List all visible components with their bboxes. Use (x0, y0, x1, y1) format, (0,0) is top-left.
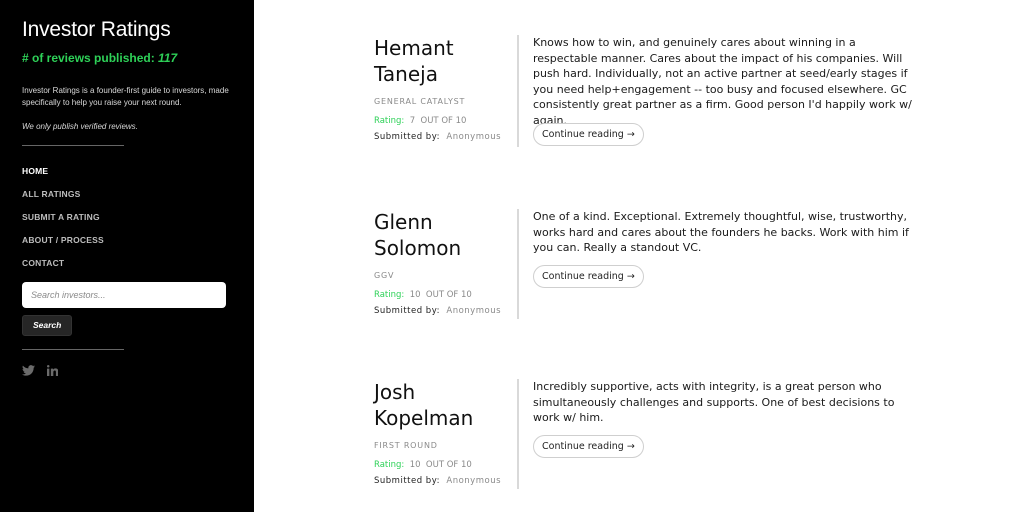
submitted-by: Submitted by: Anonymous (374, 306, 501, 316)
linkedin-icon[interactable] (47, 365, 58, 376)
investor-last-name: Kopelman (374, 406, 474, 430)
nav-about-process[interactable]: ABOUT / PROCESS (22, 235, 232, 258)
investor-first-name: Glenn (374, 210, 433, 234)
submitted-value: Anonymous (446, 476, 502, 486)
verified-note: We only publish verified reviews. (22, 122, 138, 131)
investor-name[interactable]: Hemant Taneja (374, 35, 509, 87)
submitted-by: Submitted by: Anonymous (374, 476, 501, 486)
sidebar: Investor Ratings # of reviews published:… (0, 0, 254, 512)
review-entry: Glenn Solomon GGV Rating: 10 OUT OF 10 S… (374, 209, 934, 319)
divider (517, 209, 519, 319)
divider (517, 35, 519, 147)
review-text: One of a kind. Exceptional. Extremely th… (533, 210, 909, 254)
rating-label: Rating: (374, 460, 405, 470)
site-intro: Investor Ratings is a founder-first guid… (22, 86, 229, 107)
rating-out-of: OUT OF 10 (420, 116, 467, 126)
rating-label: Rating: (374, 290, 405, 300)
divider (517, 379, 519, 489)
submitted-label: Submitted by: (374, 476, 440, 486)
review-entry: Hemant Taneja GENERAL CATALYST Rating: 7… (374, 35, 934, 147)
submitted-by: Submitted by: Anonymous (374, 132, 501, 142)
submitted-value: Anonymous (446, 306, 502, 316)
twitter-icon[interactable] (22, 365, 35, 376)
investor-first-name: Hemant (374, 36, 454, 60)
social-links (22, 365, 232, 376)
rating-value: 7 (409, 116, 416, 126)
investor-last-name: Taneja (374, 62, 438, 86)
review-text: Incredibly supportive, acts with integri… (533, 380, 895, 424)
continue-reading-button[interactable]: Continue reading → (533, 435, 644, 458)
firm-name: GENERAL CATALYST (374, 97, 466, 106)
rating: Rating: 10 OUT OF 10 (374, 460, 472, 470)
investor-name[interactable]: Josh Kopelman (374, 379, 509, 431)
rating: Rating: 7 OUT OF 10 (374, 116, 466, 126)
divider (22, 349, 124, 350)
continue-reading-button[interactable]: Continue reading → (533, 265, 644, 288)
investor-name[interactable]: Glenn Solomon (374, 209, 509, 261)
main-nav: HOME ALL RATINGS SUBMIT A RATING ABOUT /… (22, 166, 232, 281)
rating-out-of: OUT OF 10 (425, 290, 472, 300)
investor-first-name: Josh (374, 380, 416, 404)
rating-value: 10 (409, 460, 421, 470)
rating-value: 10 (409, 290, 421, 300)
main-content: Hemant Taneja GENERAL CATALYST Rating: 7… (254, 0, 1024, 512)
submitted-value: Anonymous (446, 132, 502, 142)
continue-reading-button[interactable]: Continue reading → (533, 123, 644, 146)
investor-last-name: Solomon (374, 236, 462, 260)
firm-name: GGV (374, 271, 395, 280)
rating: Rating: 10 OUT OF 10 (374, 290, 472, 300)
submitted-label: Submitted by: (374, 306, 440, 316)
divider (22, 145, 124, 146)
nav-home[interactable]: HOME (22, 166, 232, 189)
rating-out-of: OUT OF 10 (425, 460, 472, 470)
search-button[interactable]: Search (22, 315, 73, 336)
submitted-label: Submitted by: (374, 132, 440, 142)
review-count-label: # of reviews published: (22, 51, 155, 65)
review-text: Knows how to win, and genuinely cares ab… (533, 36, 912, 127)
nav-submit-rating[interactable]: SUBMIT A RATING (22, 212, 232, 235)
site-title[interactable]: Investor Ratings (22, 18, 232, 42)
review-count: # of reviews published: 117 (22, 51, 232, 65)
firm-name: FIRST ROUND (374, 441, 438, 450)
review-count-value: 117 (158, 51, 178, 65)
rating-label: Rating: (374, 116, 405, 126)
review-entry: Josh Kopelman FIRST ROUND Rating: 10 OUT… (374, 379, 934, 489)
nav-all-ratings[interactable]: ALL RATINGS (22, 189, 232, 212)
search-input[interactable] (22, 282, 226, 308)
nav-contact[interactable]: CONTACT (22, 258, 232, 281)
